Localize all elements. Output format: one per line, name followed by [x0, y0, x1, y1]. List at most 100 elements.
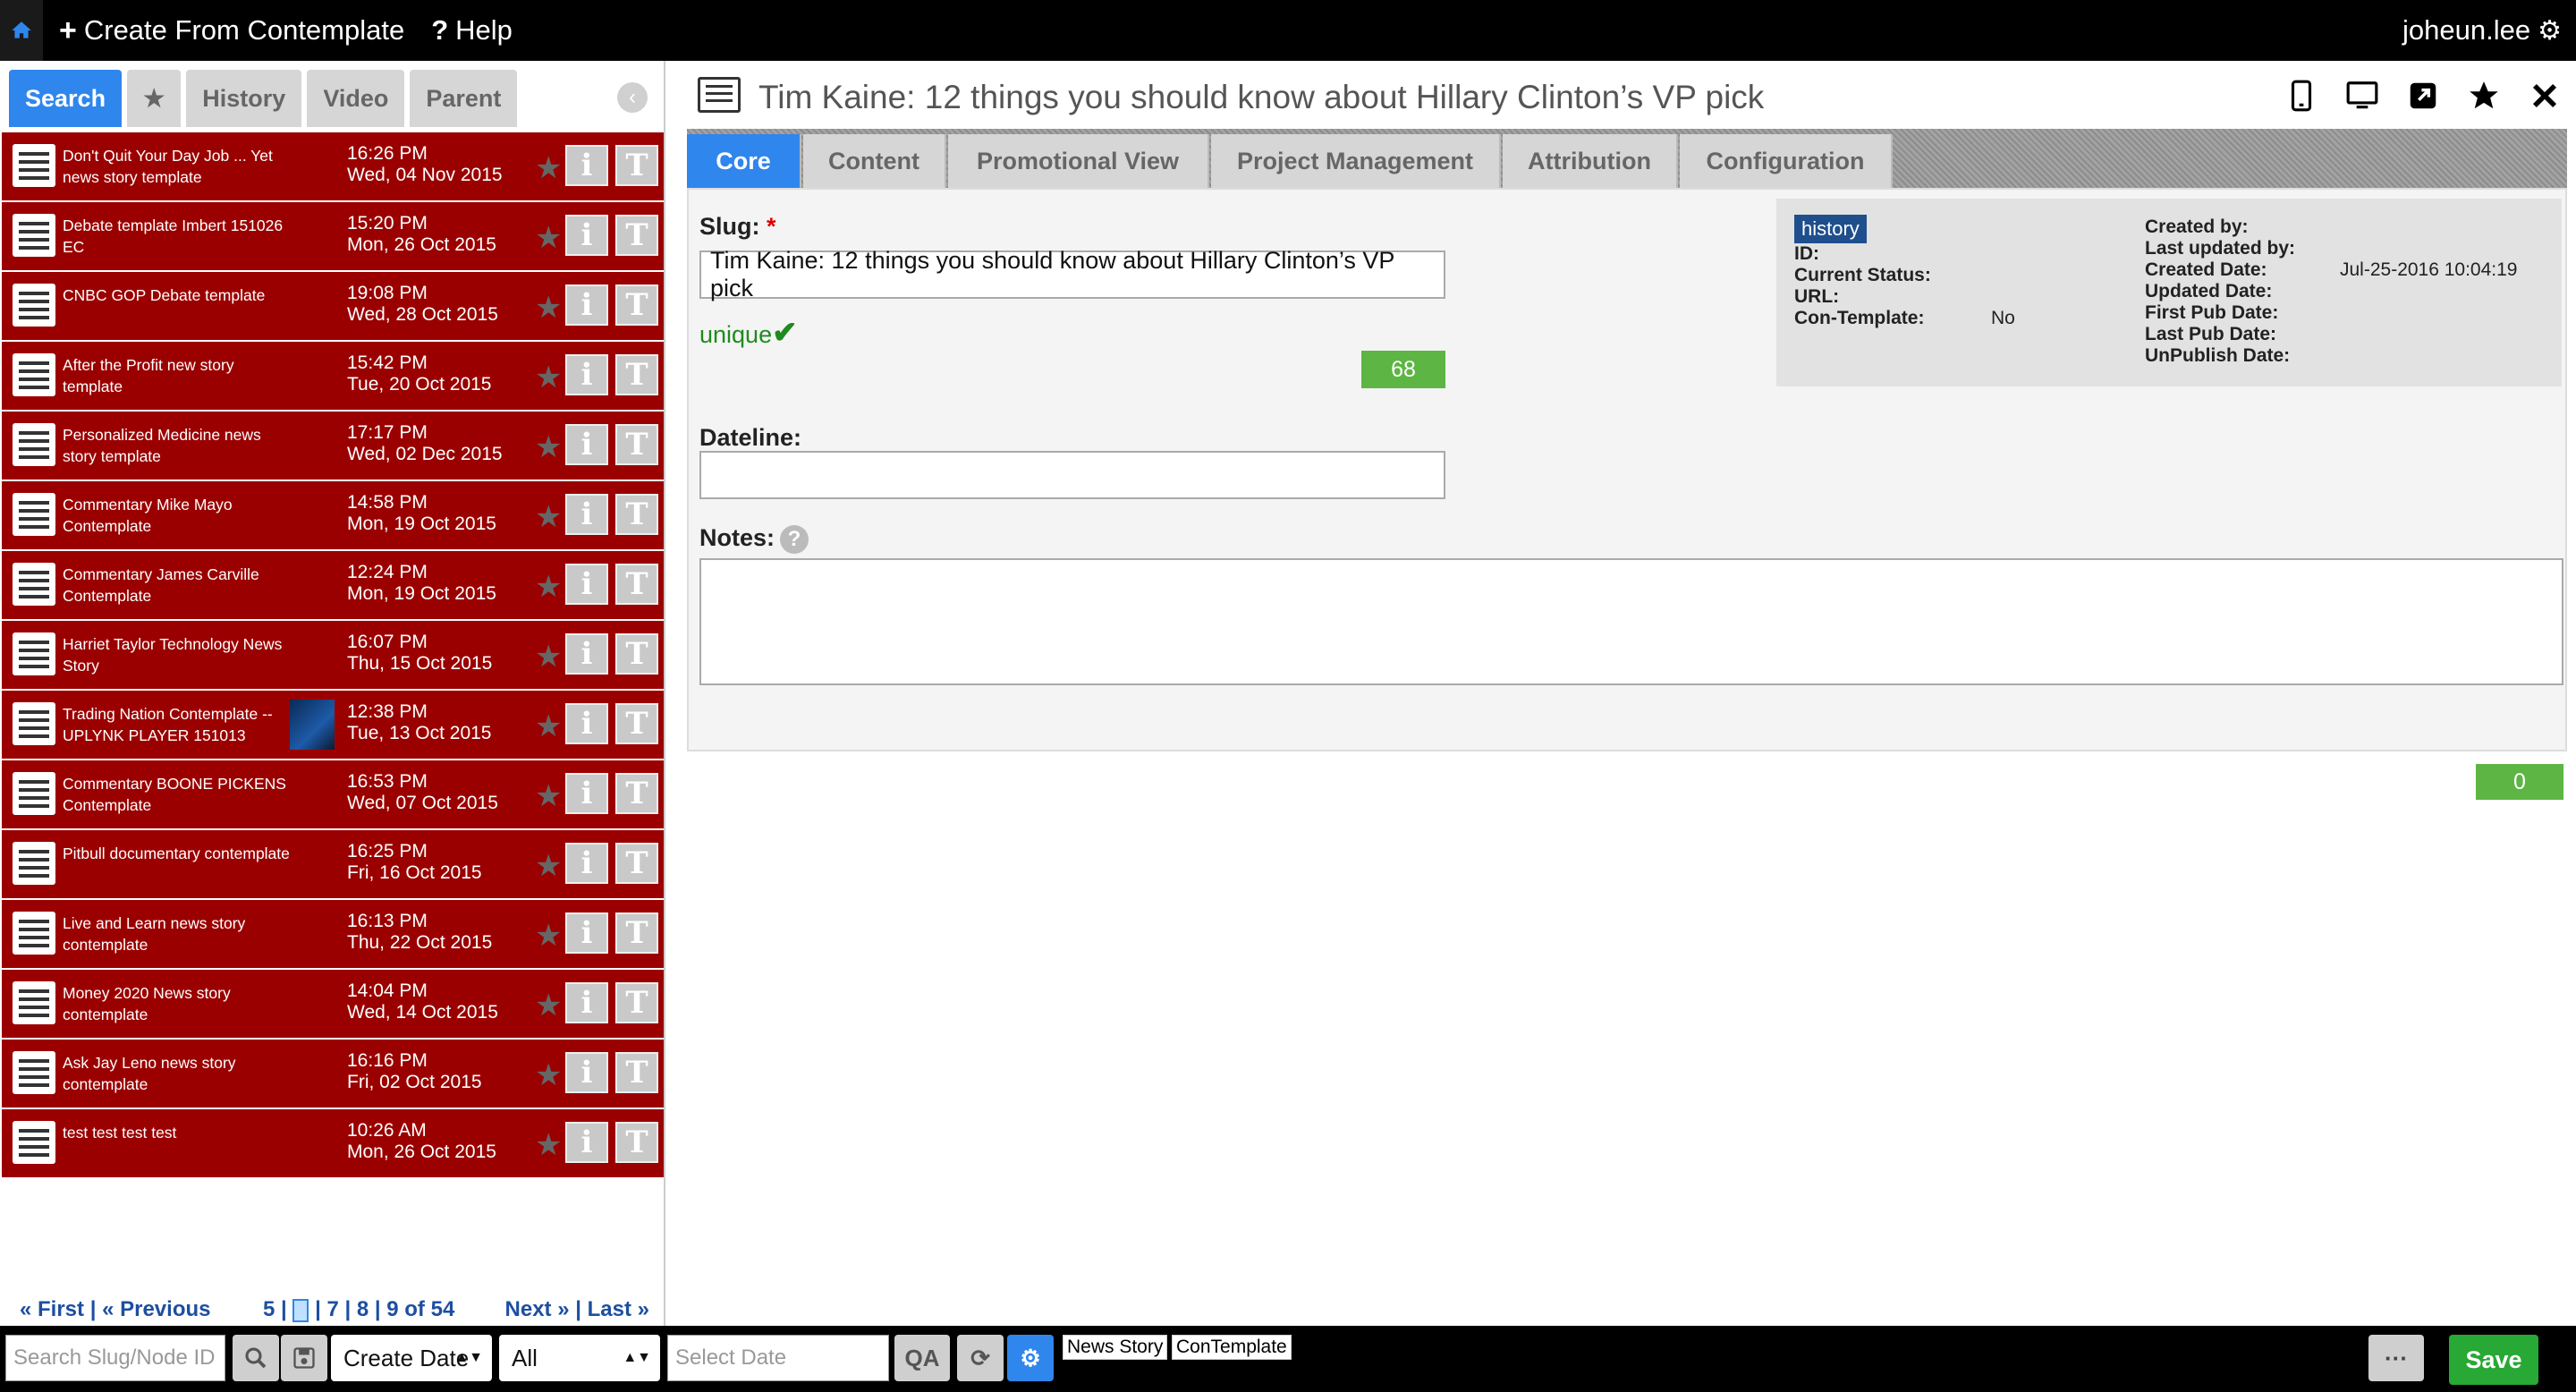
template-icon[interactable]: T: [615, 145, 658, 186]
template-icon[interactable]: T: [615, 773, 658, 814]
sort-select[interactable]: Create Date ▲▼: [331, 1335, 492, 1381]
save-button[interactable]: Save: [2449, 1335, 2538, 1385]
create-from-contemplate-link[interactable]: + Create From Contemplate: [59, 13, 404, 48]
tab-attribution[interactable]: Attribution: [1503, 134, 1678, 188]
info-icon[interactable]: i: [565, 424, 608, 465]
user-menu[interactable]: joheun.lee ⚙: [2402, 0, 2562, 61]
list-item[interactable]: Commentary BOONE PICKENS Contemplate 16:5…: [2, 760, 664, 830]
qa-button[interactable]: QA: [894, 1335, 950, 1381]
info-icon[interactable]: i: [565, 1052, 608, 1093]
info-icon[interactable]: i: [565, 982, 608, 1023]
star-icon[interactable]: ★: [535, 988, 562, 1023]
template-icon[interactable]: T: [615, 703, 658, 744]
tag-contemplate[interactable]: ConTemplate: [1172, 1335, 1292, 1360]
external-link-icon[interactable]: [2406, 79, 2440, 113]
info-icon[interactable]: i: [565, 564, 608, 605]
refresh-icon[interactable]: ⟳: [957, 1335, 1004, 1381]
list-item[interactable]: Live and Learn news story contemplate 16:…: [2, 900, 664, 970]
current-page-marker[interactable]: [292, 1298, 309, 1322]
list-item[interactable]: Commentary Mike Mayo Contemplate 14:58 PM…: [2, 481, 664, 551]
tag-news-story[interactable]: News Story: [1063, 1335, 1168, 1360]
star-icon[interactable]: ★: [535, 918, 562, 954]
star-icon[interactable]: ★: [535, 150, 562, 186]
star-icon[interactable]: ★: [535, 848, 562, 884]
tab-video[interactable]: Video: [307, 70, 405, 127]
info-icon[interactable]: i: [565, 145, 608, 186]
last-page-link[interactable]: Last »: [588, 1297, 649, 1321]
filter-select[interactable]: All ▲▼: [499, 1335, 660, 1381]
template-icon[interactable]: T: [615, 912, 658, 954]
info-icon[interactable]: i: [565, 703, 608, 744]
list-item[interactable]: Harriet Taylor Technology News Story 16:0…: [2, 621, 664, 691]
help-link[interactable]: ? Help: [431, 14, 513, 47]
star-icon[interactable]: ★: [535, 499, 562, 535]
tab-search[interactable]: Search: [9, 70, 123, 127]
star-icon[interactable]: ★: [535, 360, 562, 395]
template-icon[interactable]: T: [615, 1052, 658, 1093]
next-page-link[interactable]: Next »: [505, 1297, 570, 1321]
template-icon[interactable]: T: [615, 494, 658, 535]
more-button[interactable]: ···: [2368, 1335, 2424, 1381]
history-badge[interactable]: history: [1794, 215, 1867, 243]
star-icon[interactable]: ★: [535, 1127, 562, 1163]
tab-core[interactable]: Core: [687, 134, 801, 188]
previous-page-link[interactable]: « Previous: [102, 1297, 210, 1321]
tab-configuration[interactable]: Configuration: [1680, 134, 1893, 188]
list-item[interactable]: Trading Nation Contemplate -- UPLYNK PLA…: [2, 691, 664, 760]
template-icon[interactable]: T: [615, 982, 658, 1023]
list-item[interactable]: Commentary James Carville Contemplate 12:…: [2, 551, 664, 621]
video-thumbnail[interactable]: [290, 700, 335, 750]
date-input[interactable]: Select Date: [667, 1335, 889, 1381]
dateline-input[interactable]: [699, 451, 1445, 499]
tab-favorites[interactable]: ★: [127, 70, 182, 127]
info-icon[interactable]: i: [565, 354, 608, 395]
star-icon[interactable]: ★: [535, 709, 562, 744]
list-item[interactable]: Debate template Imbert 151026 EC 15:20 PM…: [2, 202, 664, 272]
info-icon[interactable]: i: [565, 633, 608, 675]
template-icon[interactable]: T: [615, 633, 658, 675]
search-icon[interactable]: [233, 1335, 279, 1381]
gear-icon[interactable]: ⚙: [2538, 15, 2562, 47]
template-icon[interactable]: T: [615, 1122, 658, 1163]
mobile-preview-icon[interactable]: [2284, 79, 2318, 113]
list-item[interactable]: Personalized Medicine news story templat…: [2, 412, 664, 481]
star-icon[interactable]: ★: [535, 1057, 562, 1093]
tab-parent[interactable]: Parent: [410, 70, 518, 127]
star-icon[interactable]: ★: [535, 778, 562, 814]
template-icon[interactable]: T: [615, 354, 658, 395]
template-icon[interactable]: T: [615, 284, 658, 326]
tab-promotional-view[interactable]: Promotional View: [948, 134, 1209, 188]
close-icon[interactable]: [2528, 79, 2562, 113]
template-icon[interactable]: T: [615, 843, 658, 884]
list-item[interactable]: Ask Jay Leno news story contemplate 16:16…: [2, 1040, 664, 1109]
notes-textarea[interactable]: [699, 558, 2563, 685]
tab-content[interactable]: Content: [803, 134, 946, 188]
list-item[interactable]: After the Profit new story template 15:42…: [2, 342, 664, 412]
help-icon[interactable]: ?: [780, 524, 809, 554]
list-item[interactable]: test test test test 10:26 AM Mon, 26 Oct 2…: [2, 1109, 664, 1179]
star-icon[interactable]: [2467, 79, 2501, 113]
slug-input[interactable]: Tim Kaine: 12 things you should know abo…: [699, 247, 1445, 301]
page-numbers-before[interactable]: 5 |: [263, 1297, 287, 1321]
template-icon[interactable]: T: [615, 564, 658, 605]
tab-project-management[interactable]: Project Management: [1211, 134, 1501, 188]
settings-toggle-icon[interactable]: ⚙: [1007, 1335, 1054, 1381]
home-button[interactable]: [0, 0, 43, 61]
save-search-icon[interactable]: [281, 1335, 327, 1381]
info-icon[interactable]: i: [565, 912, 608, 954]
info-icon[interactable]: i: [565, 1122, 608, 1163]
tab-history[interactable]: History: [186, 70, 302, 127]
list-item[interactable]: Don't Quit Your Day Job ... Yet news sto…: [2, 132, 664, 202]
search-input[interactable]: Search Slug/Node ID: [5, 1335, 225, 1381]
star-icon[interactable]: ★: [535, 639, 562, 675]
template-icon[interactable]: T: [615, 424, 658, 465]
template-icon[interactable]: T: [615, 215, 658, 256]
page-numbers-after[interactable]: | 7 | 8 | 9 of 54: [315, 1297, 454, 1321]
info-icon[interactable]: i: [565, 843, 608, 884]
info-icon[interactable]: i: [565, 494, 608, 535]
desktop-preview-icon[interactable]: [2345, 79, 2379, 113]
list-item[interactable]: Money 2020 News story contemplate 14:04 P…: [2, 970, 664, 1040]
star-icon[interactable]: ★: [535, 429, 562, 465]
collapse-panel-icon[interactable]: ‹: [617, 82, 648, 113]
list-item[interactable]: Pitbull documentary contemplate 16:25 PM F…: [2, 830, 664, 900]
